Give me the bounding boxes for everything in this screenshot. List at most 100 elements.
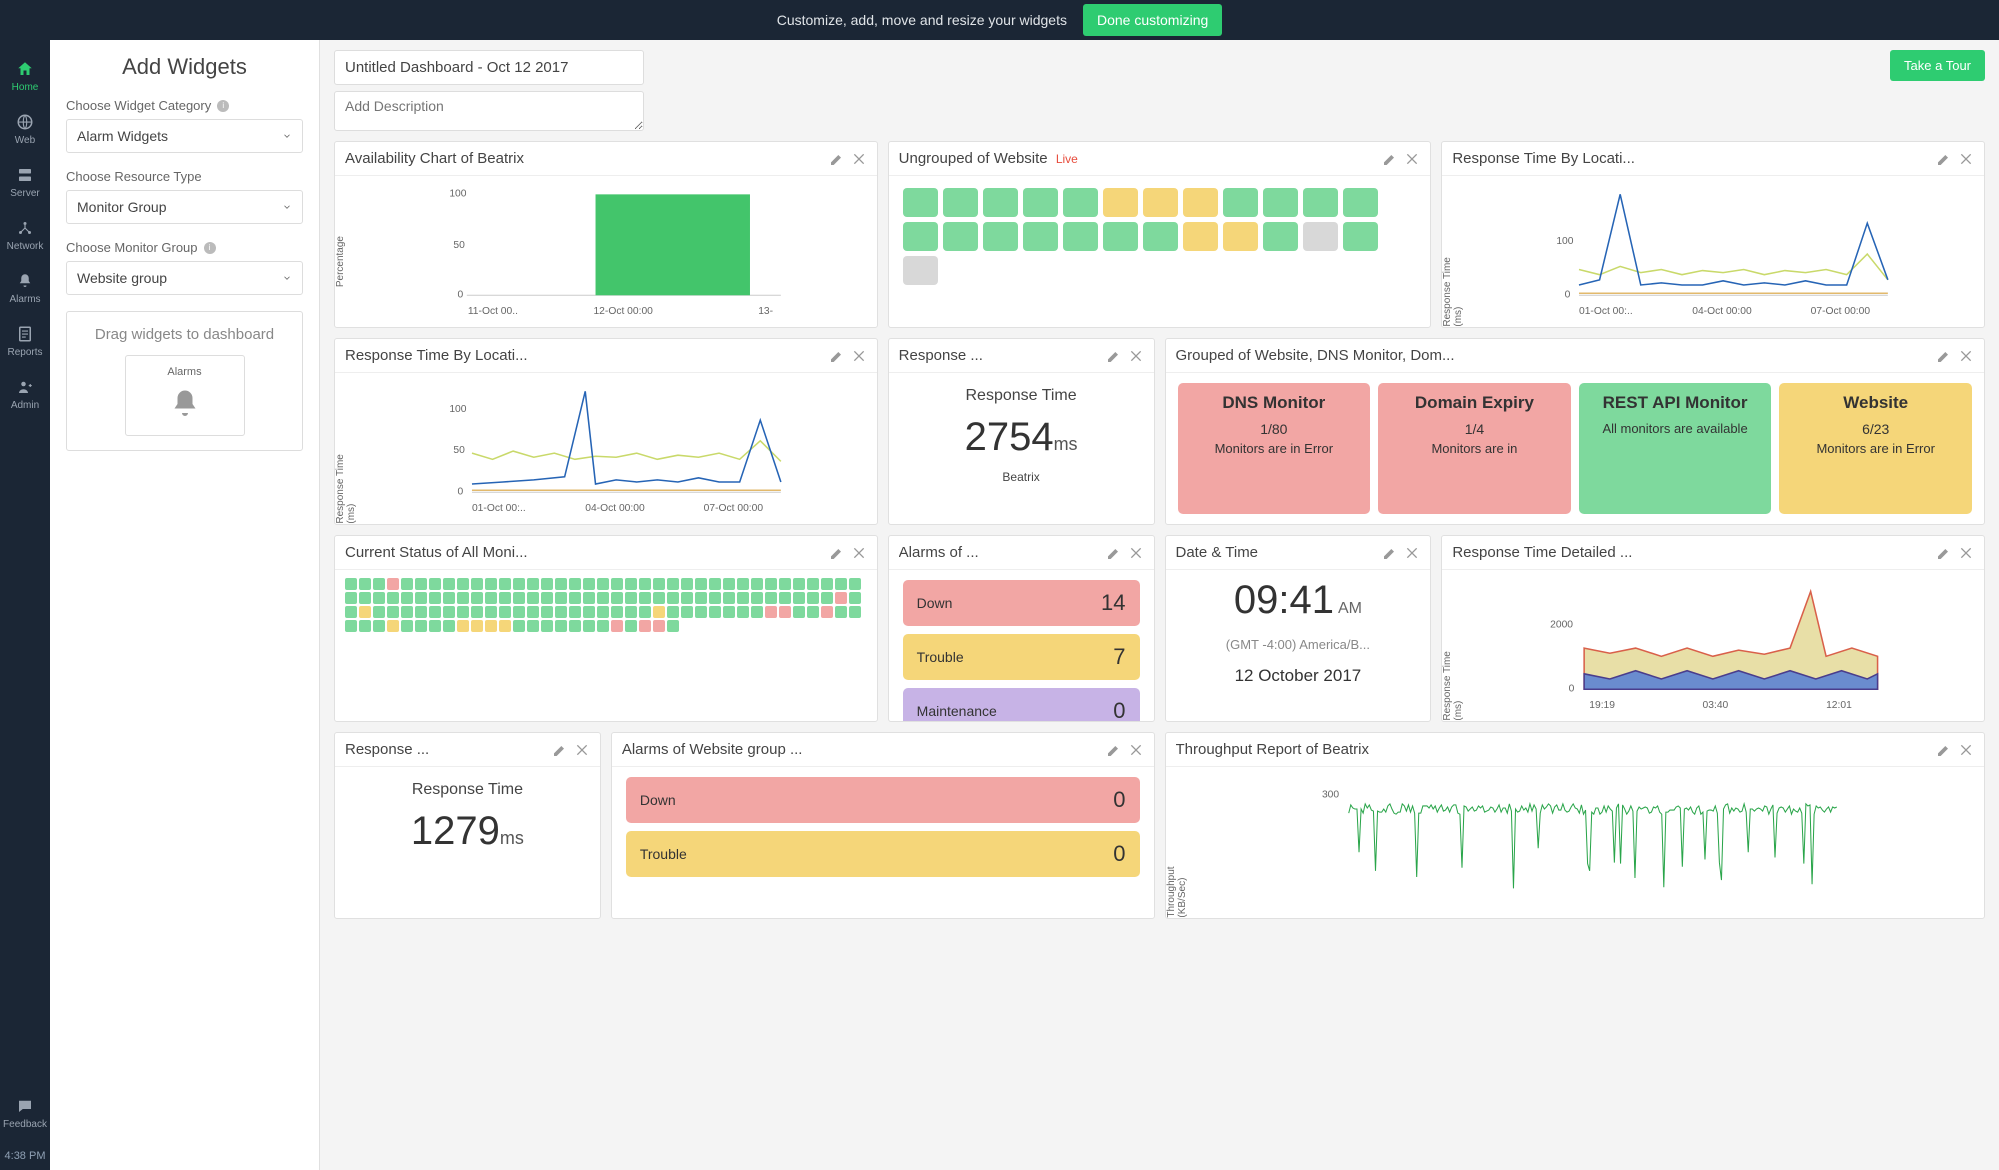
- status-cell[interactable]: [555, 578, 567, 590]
- status-cell[interactable]: [527, 606, 539, 618]
- status-cell[interactable]: [709, 606, 721, 618]
- status-cell[interactable]: [709, 592, 721, 604]
- status-cell[interactable]: [1303, 222, 1338, 251]
- status-cell[interactable]: [1343, 222, 1378, 251]
- info-icon[interactable]: i: [217, 100, 229, 112]
- close-icon[interactable]: [1958, 545, 1974, 561]
- status-cell[interactable]: [835, 592, 847, 604]
- status-cell[interactable]: [807, 606, 819, 618]
- status-cell[interactable]: [903, 256, 938, 285]
- status-cell[interactable]: [457, 620, 469, 632]
- status-cell[interactable]: [499, 620, 511, 632]
- status-cell[interactable]: [793, 578, 805, 590]
- nav-network[interactable]: Network: [0, 211, 50, 260]
- status-cell[interactable]: [499, 606, 511, 618]
- resource-dropdown[interactable]: Monitor Group: [66, 190, 303, 224]
- status-cell[interactable]: [723, 578, 735, 590]
- close-icon[interactable]: [1958, 742, 1974, 758]
- status-cell[interactable]: [555, 620, 567, 632]
- status-cell[interactable]: [695, 592, 707, 604]
- status-cell[interactable]: [695, 606, 707, 618]
- status-cell[interactable]: [527, 592, 539, 604]
- status-cell[interactable]: [457, 592, 469, 604]
- status-cell[interactable]: [821, 606, 833, 618]
- status-card[interactable]: REST API MonitorAll monitors are availab…: [1579, 383, 1772, 514]
- widget-response-detailed[interactable]: Response Time Detailed ... Response Time…: [1441, 535, 1985, 722]
- status-cell[interactable]: [583, 620, 595, 632]
- status-cell[interactable]: [653, 578, 665, 590]
- status-cell[interactable]: [751, 592, 763, 604]
- pencil-icon[interactable]: [1382, 151, 1398, 167]
- status-cell[interactable]: [681, 606, 693, 618]
- status-cell[interactable]: [611, 620, 623, 632]
- status-cell[interactable]: [653, 606, 665, 618]
- status-card[interactable]: DNS Monitor1/80Monitors are in Error: [1178, 383, 1371, 514]
- status-cell[interactable]: [583, 592, 595, 604]
- status-cell[interactable]: [765, 606, 777, 618]
- status-cell[interactable]: [849, 606, 861, 618]
- status-cell[interactable]: [527, 578, 539, 590]
- status-cell[interactable]: [821, 578, 833, 590]
- status-cell[interactable]: [625, 592, 637, 604]
- status-cell[interactable]: [667, 620, 679, 632]
- status-cell[interactable]: [499, 592, 511, 604]
- nav-server[interactable]: Server: [0, 158, 50, 207]
- widget-alarms-2[interactable]: Alarms of Website group ... Down0Trouble…: [611, 732, 1155, 919]
- pencil-icon[interactable]: [829, 151, 845, 167]
- widget-grouped[interactable]: Grouped of Website, DNS Monitor, Dom... …: [1165, 338, 1986, 525]
- status-cell[interactable]: [429, 620, 441, 632]
- status-cell[interactable]: [667, 606, 679, 618]
- status-cell[interactable]: [597, 620, 609, 632]
- status-cell[interactable]: [415, 606, 427, 618]
- status-cell[interactable]: [723, 592, 735, 604]
- status-cell[interactable]: [765, 578, 777, 590]
- status-cell[interactable]: [569, 606, 581, 618]
- status-cell[interactable]: [555, 606, 567, 618]
- status-cell[interactable]: [1103, 222, 1138, 251]
- widget-response-time-1[interactable]: Response ... Response Time 2754ms Beatri…: [888, 338, 1155, 525]
- status-cell[interactable]: [667, 578, 679, 590]
- status-cell[interactable]: [373, 592, 385, 604]
- status-cell[interactable]: [443, 620, 455, 632]
- nav-home[interactable]: Home: [0, 52, 50, 101]
- status-cell[interactable]: [681, 578, 693, 590]
- status-cell[interactable]: [903, 188, 938, 217]
- widget-resp-loc-1[interactable]: Response Time By Locati... Response Time…: [1441, 141, 1985, 328]
- nav-reports[interactable]: Reports: [0, 317, 50, 366]
- status-cell[interactable]: [597, 606, 609, 618]
- status-cell[interactable]: [737, 578, 749, 590]
- status-cell[interactable]: [821, 592, 833, 604]
- status-card[interactable]: Website6/23Monitors are in Error: [1779, 383, 1972, 514]
- status-cell[interactable]: [345, 620, 357, 632]
- status-cell[interactable]: [373, 620, 385, 632]
- status-cell[interactable]: [1263, 188, 1298, 217]
- status-cell[interactable]: [583, 578, 595, 590]
- widget-alarms-1[interactable]: Alarms of ... Down14Trouble7Maintenance0: [888, 535, 1155, 722]
- status-cell[interactable]: [541, 578, 553, 590]
- status-cell[interactable]: [943, 222, 978, 251]
- status-cell[interactable]: [485, 606, 497, 618]
- dashboard-description-input[interactable]: [334, 91, 644, 131]
- status-cell[interactable]: [527, 620, 539, 632]
- status-cell[interactable]: [513, 592, 525, 604]
- status-cell[interactable]: [485, 620, 497, 632]
- pencil-icon[interactable]: [1936, 151, 1952, 167]
- status-cell[interactable]: [1143, 222, 1178, 251]
- alarm-row[interactable]: Trouble0: [626, 831, 1140, 877]
- status-cell[interactable]: [695, 578, 707, 590]
- status-cell[interactable]: [667, 592, 679, 604]
- group-dropdown[interactable]: Website group: [66, 261, 303, 295]
- status-cell[interactable]: [625, 578, 637, 590]
- status-cell[interactable]: [835, 606, 847, 618]
- status-cell[interactable]: [611, 578, 623, 590]
- pencil-icon[interactable]: [1106, 545, 1122, 561]
- status-cell[interactable]: [1183, 222, 1218, 251]
- alarm-row[interactable]: Trouble7: [903, 634, 1140, 680]
- widget-response-time-2[interactable]: Response ... Response Time 1279ms: [334, 732, 601, 919]
- status-cell[interactable]: [499, 578, 511, 590]
- widget-status-all[interactable]: Current Status of All Moni...: [334, 535, 878, 722]
- alarms-widget-draggable[interactable]: Alarms: [125, 355, 245, 436]
- status-cell[interactable]: [359, 620, 371, 632]
- nav-feedback[interactable]: Feedback: [0, 1089, 50, 1138]
- status-cell[interactable]: [513, 578, 525, 590]
